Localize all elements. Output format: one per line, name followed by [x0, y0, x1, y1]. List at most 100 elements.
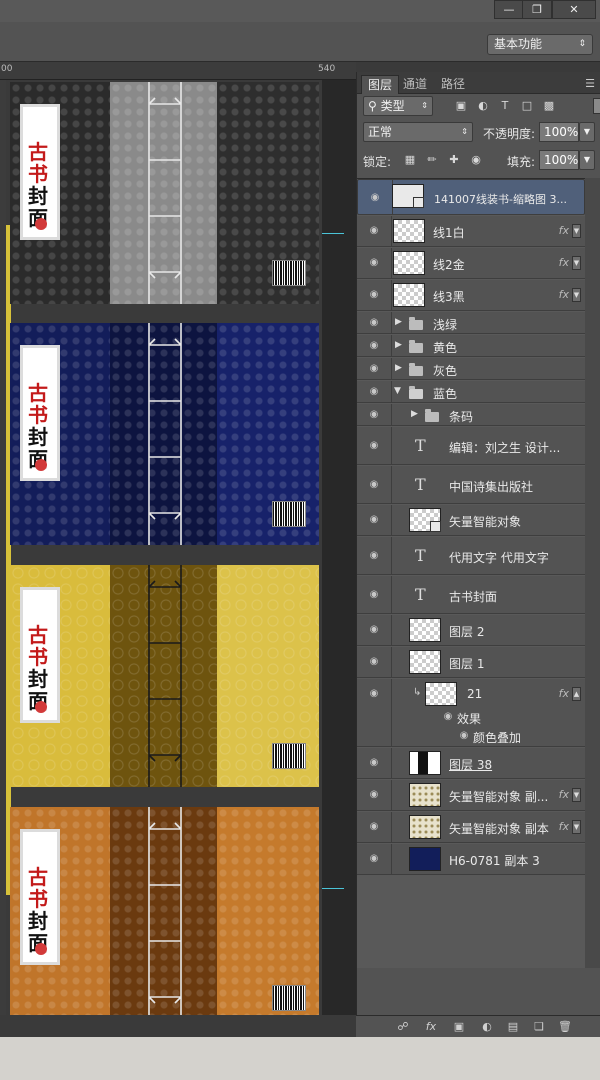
layer-row[interactable]: ◉ 图层 2	[357, 615, 585, 646]
close-button[interactable]: ✕	[552, 0, 596, 19]
layer-row[interactable]: ◉ H6-0781 副本 3	[357, 844, 585, 875]
group-row[interactable]: ◉ ▶ 灰色	[357, 358, 585, 380]
expand-effects-icon[interactable]: ▼	[572, 788, 581, 802]
folder-icon[interactable]: ▤	[506, 1020, 520, 1034]
group-row[interactable]: ◉ ▶ 浅绿	[357, 312, 585, 334]
lock-brush-icon[interactable]: ✏	[425, 153, 439, 167]
smart-object-filter-icon[interactable]: ▩	[543, 100, 555, 112]
layer-row[interactable]: ◉ 矢量智能对象	[357, 505, 585, 536]
lock-position-icon[interactable]: ✚	[447, 153, 461, 167]
expand-effects-icon[interactable]: ▼	[572, 288, 581, 302]
document-area[interactable]: 00 540 古书封面	[0, 62, 356, 1029]
lock-all-icon[interactable]: ◉	[469, 153, 483, 167]
visibility-eye-icon[interactable]: ◉	[367, 623, 381, 637]
fill-input[interactable]: 100%	[539, 150, 579, 170]
layer-row[interactable]: ◉ 矢量智能对象 副本 fx ▼	[357, 812, 585, 843]
collapse-effects-icon[interactable]: ▲	[572, 687, 581, 701]
layer-row[interactable]: ◉ 线3黑 fx ▼	[357, 280, 585, 311]
opacity-dropdown[interactable]: ▼	[579, 122, 595, 142]
fx-icon[interactable]: fx	[559, 288, 569, 301]
cover-blue[interactable]: 古书封面	[10, 323, 319, 545]
visibility-eye-icon[interactable]: ◉	[367, 362, 381, 376]
trash-icon[interactable]: 🗑	[558, 1020, 572, 1034]
adjustment-filter-icon[interactable]: ◐	[477, 100, 489, 112]
group-row[interactable]: ◉ ▼ 蓝色	[357, 381, 585, 403]
blend-mode-select[interactable]: 正常 ⇕	[363, 122, 473, 142]
fx-icon[interactable]: fx	[559, 256, 569, 269]
guide-line[interactable]	[322, 233, 344, 234]
visibility-eye-icon[interactable]: ◉	[367, 687, 381, 701]
visibility-eye-icon[interactable]: ◉	[367, 224, 381, 238]
new-layer-icon[interactable]: ❏	[532, 1020, 546, 1034]
expand-arrow-icon[interactable]: ▶	[395, 363, 402, 373]
fx-icon[interactable]: fx	[424, 1020, 438, 1034]
visibility-eye-icon[interactable]: ◉	[367, 788, 381, 802]
visibility-eye-icon[interactable]: ◉	[367, 852, 381, 866]
cover-gray[interactable]: 古书封面	[10, 82, 319, 304]
visibility-eye-icon[interactable]: ◉	[367, 385, 381, 399]
fx-icon[interactable]: fx	[559, 820, 569, 833]
link-icon[interactable]: ☍	[396, 1020, 410, 1034]
visibility-eye-icon[interactable]: ◉	[367, 756, 381, 770]
layers-list[interactable]: ◉ 141007线装书-缩略图 3... ◉ 线1白 fx ▼ ◉ 线2金 fx…	[357, 178, 585, 968]
cover-yellow[interactable]: 古书封面	[10, 565, 319, 787]
expand-arrow-icon[interactable]: ▶	[395, 317, 402, 327]
layer-row[interactable]: ◉ T 中国诗集出版社	[357, 466, 585, 504]
cover-orange[interactable]: 古书封面	[10, 807, 319, 1029]
layer-row[interactable]: ◉ T 代用文字 代用文字	[357, 537, 585, 575]
restore-button[interactable]: ❐	[522, 0, 552, 19]
visibility-eye-icon[interactable]: ◉	[367, 339, 381, 353]
layer-row[interactable]: ◉ T 编辑：刘之生 设计...	[357, 427, 585, 465]
filter-toggle[interactable]	[593, 98, 600, 114]
workspace-select[interactable]: 基本功能 ⇕	[487, 34, 593, 55]
visibility-eye-icon[interactable]: ◉	[367, 408, 381, 422]
group-row[interactable]: ◉ ▶ 条码	[357, 404, 585, 426]
expand-effects-icon[interactable]: ▼	[572, 224, 581, 238]
visibility-eye-icon[interactable]: ◉	[367, 655, 381, 669]
visibility-eye-icon[interactable]: ◉	[367, 478, 381, 492]
effect-visibility-icon[interactable]: ◉	[457, 729, 471, 743]
layer-row[interactable]: ◉ 线2金 fx ▼	[357, 248, 585, 279]
image-filter-icon[interactable]: ▣	[455, 100, 467, 112]
expand-arrow-icon[interactable]: ▶	[411, 409, 418, 419]
canvas[interactable]: 古书封面 古书封面	[6, 80, 344, 1029]
type-filter-icon[interactable]: T	[499, 100, 511, 112]
layer-row[interactable]: ◉ 线1白 fx ▼	[357, 216, 585, 247]
collapse-arrow-icon[interactable]: ▼	[394, 386, 401, 396]
fx-icon[interactable]: fx	[559, 687, 569, 700]
tab-paths[interactable]: 路径	[435, 75, 471, 94]
fill-dropdown[interactable]: ▼	[579, 150, 595, 170]
expand-effects-icon[interactable]: ▼	[572, 820, 581, 834]
fx-icon[interactable]: fx	[559, 788, 569, 801]
tab-layers[interactable]: 图层	[361, 75, 400, 94]
horizontal-ruler[interactable]: 00 540	[0, 62, 356, 80]
visibility-eye-icon[interactable]: ◉	[367, 288, 381, 302]
visibility-eye-icon[interactable]: ◉	[367, 513, 381, 527]
tab-channels[interactable]: 通道	[397, 75, 433, 94]
layer-row[interactable]: ◉ T 古书封面	[357, 576, 585, 614]
layer-row[interactable]: ◉ 141007线装书-缩略图 3...	[357, 179, 585, 215]
expand-effects-icon[interactable]: ▼	[572, 256, 581, 270]
panel-menu-icon[interactable]: ☰	[585, 77, 595, 90]
layers-scrollbar[interactable]	[585, 178, 600, 968]
opacity-input[interactable]: 100%	[539, 122, 579, 142]
shape-filter-icon[interactable]: □	[521, 100, 533, 112]
visibility-eye-icon[interactable]: ◉	[367, 256, 381, 270]
visibility-eye-icon[interactable]: ◉	[367, 588, 381, 602]
mask-icon[interactable]: ▣	[452, 1020, 466, 1034]
fx-icon[interactable]: fx	[559, 224, 569, 237]
minimize-button[interactable]: —	[494, 0, 524, 19]
visibility-eye-icon[interactable]: ◉	[367, 549, 381, 563]
layer-row[interactable]: ◉ ↳ 21 fx ▲ ◉ 效果 ◉ 颜色叠加	[357, 679, 585, 747]
visibility-eye-icon[interactable]: ◉	[368, 191, 382, 205]
visibility-eye-icon[interactable]: ◉	[367, 316, 381, 330]
effect-visibility-icon[interactable]: ◉	[441, 710, 455, 724]
layer-row[interactable]: ◉ 图层 1	[357, 647, 585, 678]
guide-line[interactable]	[322, 888, 344, 889]
panel-dock-bar[interactable]	[356, 62, 600, 72]
expand-arrow-icon[interactable]: ▶	[395, 340, 402, 350]
visibility-eye-icon[interactable]: ◉	[367, 439, 381, 453]
layer-row[interactable]: ◉ 图层 38	[357, 748, 585, 779]
lock-transparent-icon[interactable]: ▦	[403, 153, 417, 167]
filter-kind-select[interactable]: ⚲ 类型 ⇕	[363, 96, 433, 116]
